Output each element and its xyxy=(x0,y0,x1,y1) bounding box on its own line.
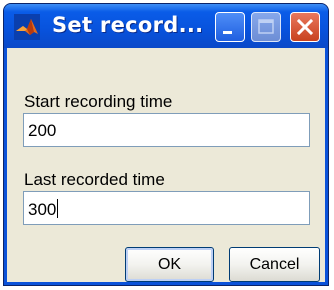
maximize-icon xyxy=(258,19,274,34)
dialog-window: Set record... Start recording time 200 L… xyxy=(3,3,329,286)
last-recorded-value: 300 xyxy=(28,200,57,219)
dialog-body: Start recording time 200 Last recorded t… xyxy=(7,48,325,282)
close-icon xyxy=(296,18,314,36)
title-bar[interactable]: Set record... xyxy=(4,4,328,48)
minimize-button[interactable] xyxy=(215,12,245,42)
matlab-logo-icon xyxy=(14,14,40,40)
close-button[interactable] xyxy=(290,12,320,42)
window-title: Set record... xyxy=(52,13,204,37)
start-recording-input[interactable]: 200 xyxy=(23,113,310,147)
maximize-button[interactable] xyxy=(251,12,281,42)
start-recording-label: Start recording time xyxy=(24,92,173,111)
last-recorded-input[interactable]: 300 xyxy=(23,191,310,225)
last-recorded-label: Last recorded time xyxy=(24,170,165,189)
cancel-button[interactable]: Cancel xyxy=(229,247,320,282)
text-cursor xyxy=(57,199,59,218)
minimize-icon xyxy=(223,31,232,34)
ok-button[interactable]: OK xyxy=(125,247,214,282)
